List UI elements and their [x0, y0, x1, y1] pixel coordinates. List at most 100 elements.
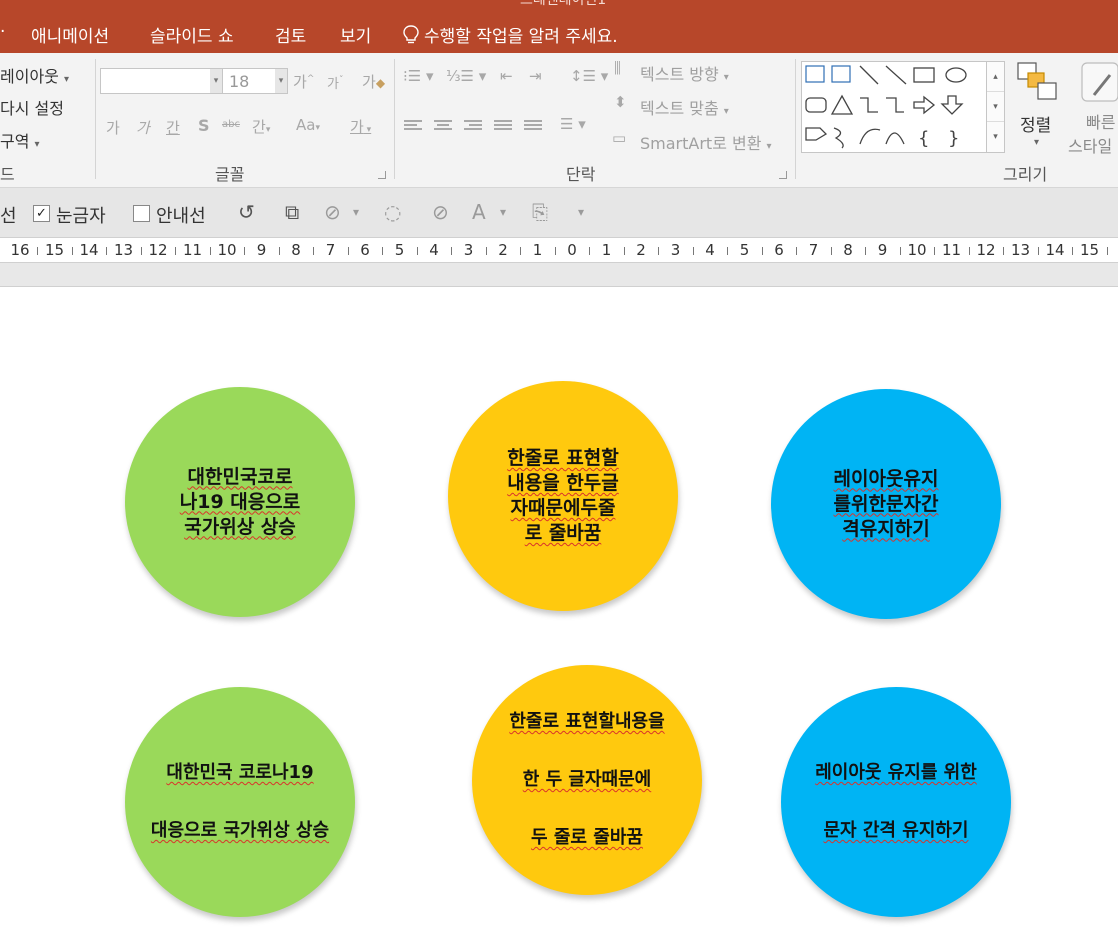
shapes-gallery[interactable]: { } [801, 61, 987, 153]
presenter-icon[interactable]: ⧉ [285, 200, 299, 224]
ruler-number: 8 [291, 241, 301, 259]
chevron-up-icon[interactable]: ▴ [987, 62, 1004, 92]
ruler-number: 8 [843, 241, 853, 259]
quick-styles-icon[interactable] [1080, 61, 1118, 109]
increase-indent-icon[interactable]: ⇥ [529, 67, 542, 85]
menu-tab-animations[interactable]: 애니메이션 [31, 22, 109, 47]
font-name-input[interactable]: ▾ [100, 68, 223, 94]
chevron-down-icon[interactable]: ▾ [500, 205, 506, 219]
font-size-input[interactable]: 18 ▾ [222, 68, 288, 94]
line-spacing-icon[interactable]: ↕☰ ▾ [570, 67, 608, 85]
merge-shapes-icon[interactable]: ⊘ [324, 200, 341, 224]
text-direction-label: 텍스트 방향 [640, 65, 719, 84]
ruler-number: 9 [877, 241, 888, 259]
circle-shape[interactable]: 한줄로 표현할 내용을 한두글 자때문에두줄 로 줄바꿈 [448, 381, 678, 611]
char-spacing-button[interactable]: 간▾ [252, 116, 270, 137]
text-line: 대응으로 국가위상 상승 [150, 820, 330, 841]
ruler-label: 선 [0, 206, 17, 227]
align-text-icon[interactable]: ⬍ [614, 93, 627, 111]
clear-format-button[interactable]: 가◆ [362, 71, 385, 92]
more-icon[interactable]: ▾ [987, 122, 1004, 152]
text-line: 한줄로 표현할 [507, 447, 619, 469]
underline-button[interactable]: 간 [166, 117, 180, 138]
chevron-down-icon[interactable]: ▾ [210, 69, 222, 93]
layout-label: 레이아웃 [0, 67, 59, 86]
columns-icon[interactable]: ☰ ▾ [560, 115, 586, 133]
text-line: 한 두 글자때문에 [522, 769, 652, 790]
ruler-number: 6 [360, 241, 370, 259]
drawing-group-label: 그리기 [1003, 165, 1048, 184]
rotate-icon[interactable]: ↺ [238, 200, 255, 224]
horizontal-ruler[interactable]: 16 15 14 13 12 11 10 9 8 7 6 5 4 3 2 1 0 1 2 3 4 5 6 7 8 9 10 11 12 1… [0, 238, 1118, 263]
layout-button[interactable]: 레이아웃 ▾ [0, 63, 69, 87]
numbering-icon[interactable]: ⅓☰ ▾ [446, 67, 486, 85]
svg-text:{: { [918, 128, 929, 149]
lightbulb-icon [403, 24, 419, 43]
text-line: 문자 간격 유지하기 [823, 820, 969, 841]
chevron-down-icon[interactable]: ▾ [275, 69, 287, 93]
strikethrough-button[interactable]: abc [222, 119, 240, 130]
section-button[interactable]: 구역 ▾ [0, 128, 40, 152]
ruler-tick [934, 247, 936, 255]
menu-tab-slideshow[interactable]: 슬라이드 쇼 [150, 22, 234, 47]
text-direction-icon[interactable]: ⫼ [614, 59, 621, 77]
circle-text: 한줄로 표현할 내용을 한두글 자때문에두줄 로 줄바꿈 [507, 446, 619, 546]
ruler-number: 0 [567, 241, 577, 259]
align-center-icon[interactable] [434, 120, 452, 134]
ruler-margin-strip [0, 263, 1118, 287]
circle-shape[interactable]: 레이아웃유지 를위한문자간 격유지하기 [771, 389, 1001, 619]
circle-shape[interactable]: 한줄로 표현할내용을 한 두 글자때문에 두 줄로 줄바꿈 [472, 665, 702, 895]
gridlines-checkbox[interactable]: ✓ [33, 205, 50, 222]
circle-shape[interactable]: 레이아웃 유지를 위한 문자 간격 유지하기 [781, 687, 1011, 917]
ruler-tick [244, 247, 246, 255]
shrink-font-button[interactable]: 가ˇ [327, 73, 343, 92]
shape-effect-icon[interactable]: ⊘ [432, 200, 449, 224]
italic-button[interactable]: 가 [136, 117, 150, 138]
slides-group-label: 드 [0, 165, 15, 184]
font-color-button[interactable]: 가 ▾ [350, 116, 371, 137]
ruler-number: 10 [907, 241, 927, 259]
reset-button[interactable]: 다시 설정 [0, 95, 64, 119]
shapes-gallery-scroll[interactable]: ▴ ▾ ▾ [987, 61, 1005, 153]
chevron-down-icon[interactable]: ▾ [987, 92, 1004, 122]
guides-checkbox[interactable] [133, 205, 150, 222]
bullets-icon[interactable]: ⁝☰ ▾ [403, 67, 434, 85]
arrange-icon[interactable] [1016, 61, 1058, 107]
circle-text: 레이아웃유지 를위한문자간 격유지하기 [834, 467, 939, 542]
clipboard-icon[interactable]: ⎘ [532, 200, 548, 224]
justify-icon[interactable] [494, 120, 512, 134]
chevron-down-icon[interactable]: ▾ [353, 205, 359, 219]
ruler-tick [1003, 247, 1005, 255]
distributed-icon[interactable] [524, 120, 542, 134]
text-line: 두 줄로 줄바꿈 [531, 827, 643, 848]
arrange-button[interactable]: 정렬 [1020, 111, 1051, 136]
ruler-number: 1 [532, 241, 543, 259]
ruler-tick [278, 247, 280, 255]
text-effect-icon[interactable]: Α [472, 200, 486, 224]
menu-tab-review[interactable]: 검토 [275, 22, 306, 47]
font-group-label: 글꼴 [215, 165, 245, 184]
change-case-button[interactable]: Aa▾ [296, 116, 320, 134]
bold-button[interactable]: 가 [106, 117, 120, 138]
chevron-down-icon[interactable]: ▾ [1034, 137, 1039, 148]
align-right-icon[interactable] [464, 120, 482, 134]
menu-tab-view[interactable]: 보기 [340, 22, 371, 47]
circle-shape[interactable]: 대한민국코로 나19 대응으로 국가위상 상승 [125, 387, 355, 617]
font-dialog-launcher-icon[interactable] [378, 171, 386, 179]
slide-canvas[interactable]: 대한민국코로 나19 대응으로 국가위상 상승 한줄로 표현할 내용을 한두글 … [0, 287, 1118, 936]
smartart-icon[interactable]: ▭ [612, 129, 626, 147]
smartart-button[interactable]: SmartArt로 변환 ▾ [640, 130, 772, 154]
text-direction-button[interactable]: 텍스트 방향 ▾ [640, 61, 729, 85]
align-text-button[interactable]: 텍스트 맞춤 ▾ [640, 95, 729, 119]
paragraph-dialog-launcher-icon[interactable] [779, 171, 787, 179]
chevron-down-icon[interactable]: ▾ [578, 205, 584, 219]
align-left-icon[interactable] [404, 120, 422, 134]
text-shadow-button[interactable]: S [198, 116, 210, 135]
decrease-indent-icon[interactable]: ⇤ [500, 67, 513, 85]
grow-font-button[interactable]: 가^ [293, 71, 314, 92]
circle-shape[interactable]: 대한민국 코로나19 대응으로 국가위상 상승 [125, 687, 355, 917]
menu-tab-overflow-arrow[interactable]: · [0, 22, 5, 42]
tell-me-search[interactable]: 수행할 작업을 알려 주세요. [402, 22, 618, 47]
shape-outline-icon[interactable]: ◌ [384, 200, 401, 224]
ruler-number: 12 [148, 241, 168, 259]
